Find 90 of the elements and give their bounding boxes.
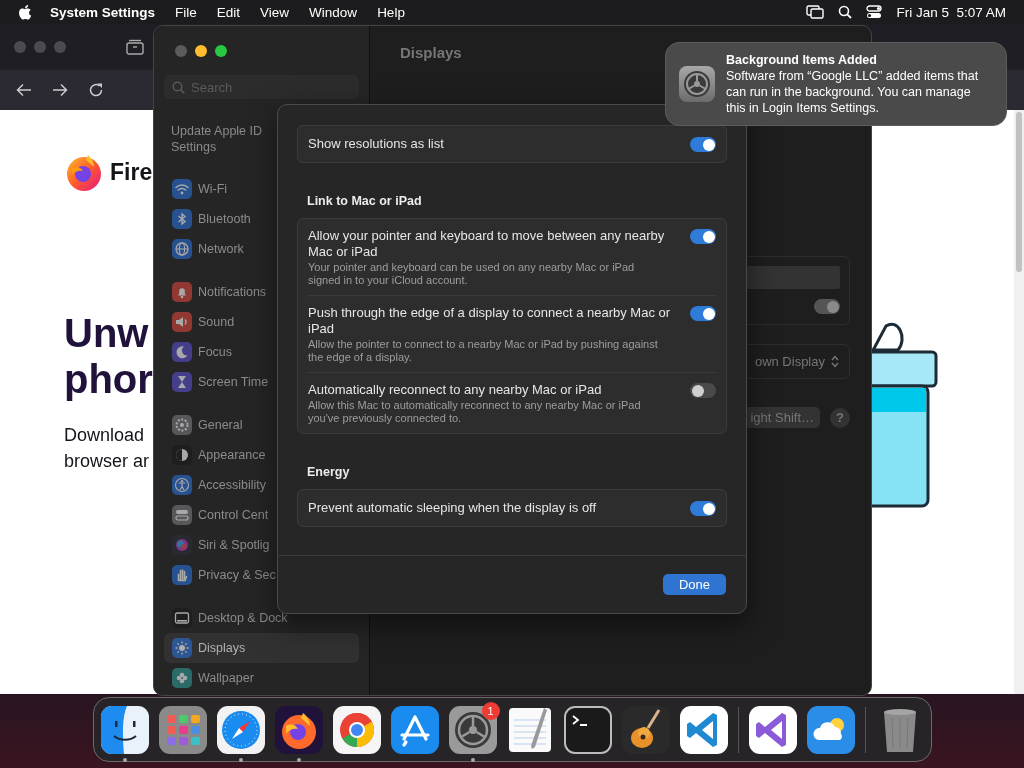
bell-icon xyxy=(172,282,192,302)
setting-description: Allow this Mac to automatically reconnect to any nearby Mac or iPad you've previously connected to. xyxy=(308,399,642,425)
hand-icon xyxy=(172,565,192,585)
toggle-switch[interactable] xyxy=(690,501,716,516)
up-down-chevron-icon xyxy=(831,355,839,368)
control-center-icon[interactable] xyxy=(866,5,883,19)
toggle-switch[interactable] xyxy=(690,229,716,244)
sidebar-item[interactable]: Notifications xyxy=(164,277,275,307)
ring-logo-icon[interactable] xyxy=(332,705,381,754)
smiling-face-icon[interactable] xyxy=(101,705,149,754)
notification-badge: 1 xyxy=(481,701,500,720)
globe-icon xyxy=(172,239,192,259)
menu-item[interactable]: View xyxy=(250,4,300,20)
search-icon[interactable] xyxy=(838,5,853,19)
menu-item[interactable]: File xyxy=(165,4,207,20)
orb-icon xyxy=(172,535,192,555)
menu-item[interactable]: Help xyxy=(367,4,415,20)
sidebar-item[interactable]: Wi-Fi xyxy=(164,174,236,204)
section-heading: Energy xyxy=(307,465,351,479)
sidebar-item[interactable]: Bluetooth xyxy=(164,204,259,234)
search-icon xyxy=(172,80,185,94)
gear-icon[interactable] xyxy=(448,705,497,754)
notification-title: Background Items Added xyxy=(726,52,878,68)
sidebar-item[interactable]: Appearance xyxy=(164,440,274,470)
terminal-icon[interactable] xyxy=(564,705,613,754)
sun-icon xyxy=(172,638,192,658)
section-heading: Link to Mac or iPad xyxy=(307,194,423,208)
sidebar-item[interactable]: Screen Time xyxy=(164,367,277,397)
setting-label: Push through the edge of a display to connect a nearby Mac or iPad xyxy=(308,305,672,337)
flower-icon xyxy=(172,668,192,688)
sidebar-item[interactable]: General xyxy=(164,410,251,440)
crossed-sticks-icon[interactable] xyxy=(390,705,439,754)
sidebar-item[interactable]: Desktop & Dock xyxy=(164,603,296,633)
toggle-switch[interactable] xyxy=(814,299,840,314)
tab-overview-icon[interactable] xyxy=(126,39,144,55)
reload-icon[interactable] xyxy=(88,82,104,98)
sidebar-item[interactable]: Wallpaper xyxy=(164,663,262,693)
app-grid-icon[interactable] xyxy=(158,705,207,754)
page-heading: Unw phor xyxy=(64,310,153,402)
help-button[interactable]: ? xyxy=(830,407,850,428)
app-menu[interactable]: System Settings xyxy=(33,4,166,20)
setting-label: Show resolutions as list xyxy=(308,136,445,152)
ribbon-logo-icon[interactable] xyxy=(749,705,798,754)
setting-description: Allow the pointer to connect to a nearby Mac or iPad by pushing against the edge of a display. xyxy=(308,338,658,364)
speaker-icon xyxy=(172,312,192,332)
sidebar-item[interactable]: Control Cent xyxy=(164,500,277,530)
minimize-button[interactable] xyxy=(195,45,207,57)
sidebar-item[interactable]: Update Apple ID Settings xyxy=(164,123,278,155)
setting-label: Allow your pointer and keyboard to move between any nearby Mac or iPad xyxy=(308,228,666,260)
setting-label: Automatically reconnect to any nearby Mac or iPad xyxy=(308,382,603,398)
sidebar-item[interactable]: Sound xyxy=(164,307,243,337)
menu-item[interactable]: Edit xyxy=(206,4,251,20)
gear-icon xyxy=(172,415,192,435)
setting-label: Prevent automatic sleeping when the display is off xyxy=(308,500,598,516)
zoom-button[interactable] xyxy=(215,45,227,57)
menu-item[interactable]: Window xyxy=(299,4,368,20)
back-arrow-icon[interactable] xyxy=(16,83,32,97)
ribbon-logo-icon[interactable] xyxy=(680,705,729,754)
apple-logo-icon[interactable] xyxy=(18,3,33,21)
brand-name: Fire xyxy=(110,158,153,186)
sidebar-item[interactable]: Siri & Spotlig xyxy=(164,530,278,560)
sidebar-item[interactable]: Accessibility xyxy=(164,470,275,500)
screen-mirroring-icon[interactable] xyxy=(806,5,825,19)
notification-banner[interactable]: Background Items Added Software from “Google LLC” added items that can run in the background. You can manage this in Login Items Settings. xyxy=(665,42,1007,126)
sidebar-item[interactable]: Network xyxy=(164,234,252,264)
sidebar-item[interactable]: Focus xyxy=(164,337,241,367)
page-text: Download browser ar xyxy=(64,424,150,473)
guitar-icon[interactable] xyxy=(622,705,671,754)
gear-icon xyxy=(678,65,716,103)
person-icon xyxy=(172,475,192,495)
toggle-switch[interactable] xyxy=(690,306,716,321)
fox-globe-icon[interactable] xyxy=(274,705,323,754)
menu-clock[interactable]: Fri Jan 5 5:07 AM xyxy=(896,4,1006,20)
toggle-switch[interactable] xyxy=(690,383,716,398)
sidebar-item[interactable]: Displays xyxy=(164,633,359,663)
hourglass-icon xyxy=(172,372,192,392)
compass-icon[interactable] xyxy=(216,705,265,754)
notification-body: Software from “Google LLC” added items that can run in the background. You can manage this in Login Items Settings. xyxy=(726,68,980,116)
pane-title: Displays xyxy=(400,42,462,63)
switches-icon xyxy=(172,505,192,525)
forward-arrow-icon[interactable] xyxy=(52,83,68,97)
toggle-switch[interactable] xyxy=(690,137,716,152)
dock-icon xyxy=(172,608,192,628)
moon-icon xyxy=(172,342,192,362)
setting-description: Your pointer and keyboard can be used on any nearby Mac or iPad signed in to your iCloud account. xyxy=(308,261,636,287)
scrollbar[interactable] xyxy=(1014,110,1024,694)
wifi-icon xyxy=(172,179,192,199)
bluetooth-icon xyxy=(172,209,192,229)
done-button[interactable]: Done xyxy=(663,574,726,595)
cloud-sun-icon[interactable] xyxy=(807,705,855,754)
